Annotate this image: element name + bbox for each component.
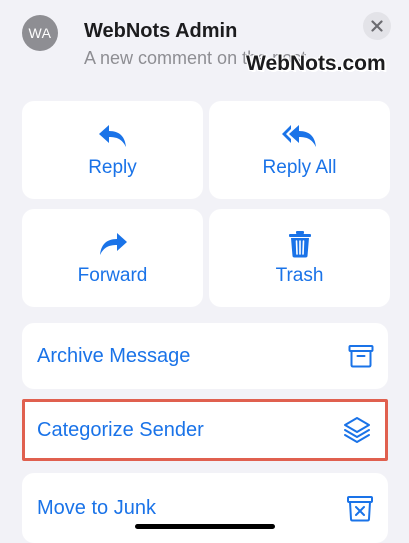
forward-icon [99,233,127,255]
close-button[interactable] [363,12,391,40]
close-icon [371,20,383,32]
categorize-sender-label: Categorize Sender [37,418,204,441]
categorize-sender-item[interactable]: Categorize Sender [22,399,388,461]
forward-label: Forward [77,265,148,286]
move-to-junk-item[interactable]: Move to Junk [22,473,388,543]
reply-label: Reply [88,157,137,178]
junk-bin-icon [347,496,373,522]
reply-all-icon [281,125,316,147]
action-sheet: WA WebNots Admin A new comment on the po… [0,0,409,543]
reply-button[interactable]: Reply [22,101,203,199]
archive-message-item[interactable]: Archive Message [22,323,388,389]
forward-button[interactable]: Forward [22,209,203,307]
archive-box-icon [348,345,374,368]
reply-icon [98,125,126,147]
layers-icon [344,417,370,443]
trash-button[interactable]: Trash [209,209,390,307]
move-to-junk-label: Move to Junk [37,496,156,519]
reply-all-label: Reply All [262,157,337,178]
reply-all-button[interactable]: Reply All [209,101,390,199]
sender-name: WebNots Admin [84,20,238,42]
avatar-initials: WA [28,25,52,41]
home-indicator [135,524,275,529]
watermark-logo: WebNots.com [246,52,386,75]
trash-icon [288,231,311,258]
avatar: WA [22,15,58,51]
archive-message-label: Archive Message [37,344,191,367]
trash-label: Trash [275,265,324,286]
